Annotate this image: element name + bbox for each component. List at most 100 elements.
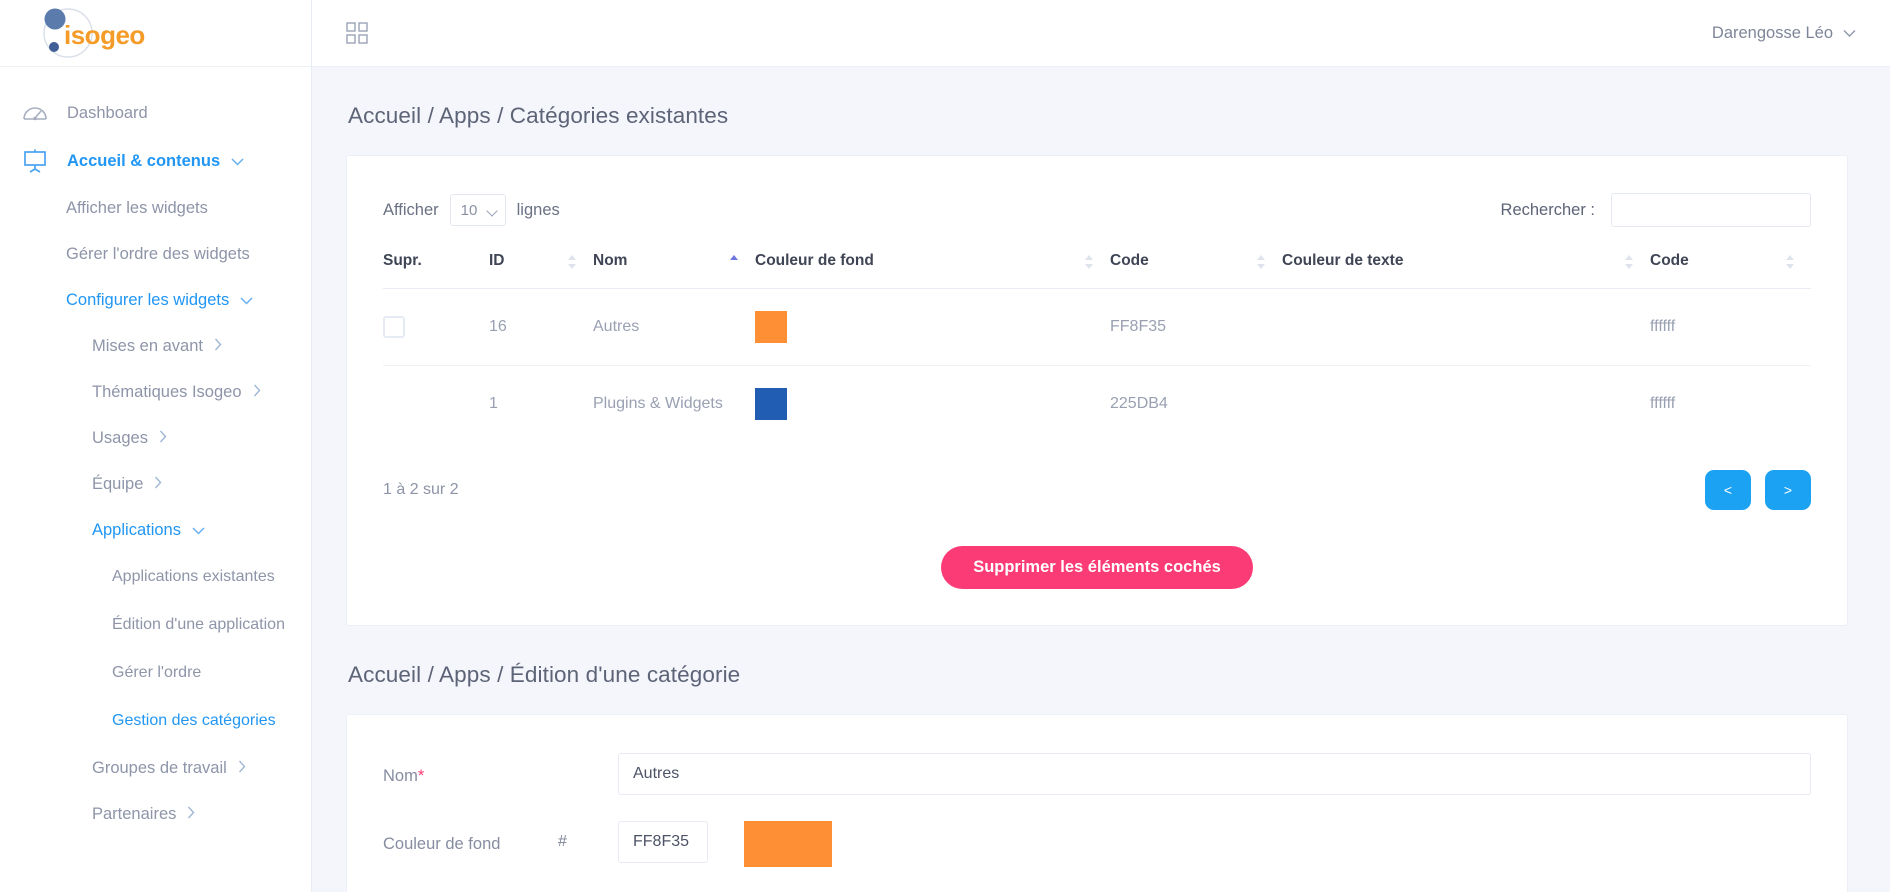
bg-color-hex-field[interactable] <box>618 821 708 863</box>
table-head: Supr. ID Nom Couleur de fond Code Couleur de … <box>383 236 1811 289</box>
cell-nom: Autres <box>593 288 755 366</box>
category-edit-card: Nom* Couleur de fond # <box>346 714 1848 892</box>
main-area: Darengosse Léo Accueil / Apps / Catégori… <box>312 0 1890 892</box>
search-group: Rechercher : <box>1501 193 1811 227</box>
sort-indicator[interactable] <box>1085 254 1094 270</box>
delete-action-row: Supprimer les éléments cochés <box>383 510 1811 589</box>
page-length-select[interactable]: 102550100 <box>449 194 506 226</box>
chevron-down-icon[interactable] <box>231 154 244 169</box>
sidebar-item-groupes-de-travail[interactable]: Groupes de travail <box>0 745 311 791</box>
column-header-label: Code <box>1110 252 1149 269</box>
topbar: Darengosse Léo <box>312 0 1890 67</box>
sidebar-item-applications-existantes[interactable]: Applications existantes <box>0 553 311 601</box>
user-menu[interactable]: Darengosse Léo <box>1712 24 1868 43</box>
page-title-list: Accueil / Apps / Catégories existantes <box>348 103 729 128</box>
sidebar-item-label: Gérer l'ordre <box>112 664 202 681</box>
sidebar-item-g-rer-l-ordre-des-widgets[interactable]: Gérer l'ordre des widgets <box>0 231 311 277</box>
app-root: isogeo Dashboard Accueil & contenus Affich… <box>0 0 1890 892</box>
sidebar-item-gestion-des-cat-gories[interactable]: Gestion des catégories <box>0 697 311 745</box>
column-header-id[interactable]: ID <box>489 236 593 289</box>
sort-indicator[interactable] <box>1257 254 1266 270</box>
column-header-label: Nom <box>593 252 628 269</box>
categories-list-card: Afficher 102550100 lignes Rechercher : <box>346 155 1848 626</box>
search-label: Rechercher : <box>1500 200 1595 219</box>
chevron-right-icon[interactable] <box>154 476 162 492</box>
cell-text-color <box>1282 366 1650 443</box>
sidebar-item-label: Afficher les widgets <box>66 198 208 217</box>
sidebar-item-th-matiques-isogeo[interactable]: Thématiques Isogeo <box>0 369 311 415</box>
show-entries-group: Afficher 102550100 lignes <box>383 194 560 226</box>
sidebar-item-g-rer-l-ordre[interactable]: Gérer l'ordre <box>0 649 311 697</box>
cell-id: 1 <box>489 395 498 412</box>
sidebar-item-label: Équipe <box>92 474 144 493</box>
sidebar-item-label: Dashboard <box>67 103 148 122</box>
sidebar-item-label: Applications <box>92 520 181 539</box>
isogeo-logo[interactable]: isogeo <box>28 6 146 60</box>
column-header-nom[interactable]: Nom <box>593 236 755 289</box>
chevron-down-icon[interactable] <box>240 293 253 308</box>
sidebar-item-mises-en-avant[interactable]: Mises en avant <box>0 323 311 369</box>
sidebar-item-label: Gestion des catégories <box>112 712 276 729</box>
chevron-right-icon[interactable] <box>253 384 261 400</box>
chevron-down-icon[interactable] <box>192 523 205 538</box>
sidebar-item-partenaires[interactable]: Partenaires <box>0 791 311 837</box>
chevron-right-icon[interactable] <box>159 430 167 446</box>
bg-color-preview-swatch[interactable] <box>744 821 832 867</box>
sort-indicator[interactable] <box>568 254 577 270</box>
sidebar-item-afficher-les-widgets[interactable]: Afficher les widgets <box>0 185 311 231</box>
grid-apps-icon[interactable] <box>346 22 368 44</box>
cell-text-code: ffffff <box>1650 395 1676 412</box>
column-header-label: Code <box>1650 252 1689 269</box>
column-header-code[interactable]: Code <box>1110 236 1282 289</box>
required-marker: * <box>417 767 425 785</box>
gauge-icon <box>22 102 52 124</box>
delete-checked-button[interactable]: Supprimer les éléments cochés <box>941 546 1253 589</box>
user-name: Darengosse Léo <box>1711 23 1833 42</box>
sort-indicator[interactable] <box>1786 254 1795 270</box>
column-header-couleur-de-fond[interactable]: Couleur de fond <box>755 236 1110 289</box>
name-field[interactable] <box>618 753 1811 795</box>
gauge-icon <box>23 107 47 121</box>
column-header-couleur-de-texte[interactable]: Couleur de texte <box>1282 236 1650 289</box>
column-header-label: Supr. <box>383 252 422 269</box>
search-input[interactable] <box>1611 193 1811 227</box>
cell-nom: Plugins & Widgets <box>593 395 723 412</box>
sort-indicator-asc[interactable] <box>730 254 739 270</box>
column-header-label: ID <box>489 252 505 269</box>
form-row-bg-color: Couleur de fond # <box>383 821 1811 892</box>
sidebar-item-label: Applications existantes <box>112 568 275 585</box>
next-page-button[interactable]: > <box>1765 470 1811 510</box>
table-header-row: Supr. ID Nom Couleur de fond Code Couleur de … <box>383 236 1811 289</box>
sidebar-item-configurer-les-widgets[interactable]: Configurer les widgets <box>0 277 311 323</box>
cell-id: 16 <box>489 288 593 366</box>
row-delete-checkbox[interactable] <box>383 316 405 338</box>
sidebar-item-label: Configurer les widgets <box>66 290 230 309</box>
presentation-icon <box>24 149 46 173</box>
column-header-code[interactable]: Code <box>1650 236 1811 289</box>
sidebar: isogeo Dashboard Accueil & contenus Affich… <box>0 0 312 892</box>
column-header-label: Couleur de fond <box>755 252 874 269</box>
sidebar-item-label: Usages <box>92 428 148 447</box>
sidebar-item-label: Partenaires <box>92 804 177 823</box>
table-row: 16 Autres FF8F35 ffffff <box>383 288 1811 366</box>
sidebar-item-quipe[interactable]: Équipe <box>0 461 311 507</box>
sort-indicator[interactable] <box>1625 254 1634 270</box>
chevron-right-icon[interactable] <box>238 760 246 776</box>
logo-area: isogeo <box>0 0 311 67</box>
table-footer: 1 à 2 sur 2 < > <box>383 442 1811 510</box>
cell-bg-code: FF8F35 <box>1110 288 1282 366</box>
sidebar-item-applications[interactable]: Applications <box>0 507 311 553</box>
name-label-text: Nom <box>383 767 418 785</box>
pagination: < > <box>1705 470 1811 510</box>
sidebar-nav: Dashboard Accueil & contenus Afficher les … <box>0 67 311 837</box>
chevron-right-icon[interactable] <box>187 806 195 822</box>
sidebar-item-dashboard[interactable]: Dashboard <box>0 89 311 137</box>
cell-checkbox <box>383 288 489 366</box>
sidebar-item-dition-d-une-application[interactable]: Édition d'une application <box>0 601 311 649</box>
table-row: 1 Plugins & Widgets 225DB4 ffffff <box>383 366 1811 443</box>
sidebar-item-accueil-contenus[interactable]: Accueil & contenus <box>0 137 311 185</box>
prev-page-button[interactable]: < <box>1705 470 1751 510</box>
sidebar-item-usages[interactable]: Usages <box>0 415 311 461</box>
chevron-right-icon[interactable] <box>214 338 222 354</box>
table-body: 16 Autres FF8F35 ffffff 1 Plugins & Widgets 22… <box>383 288 1811 443</box>
